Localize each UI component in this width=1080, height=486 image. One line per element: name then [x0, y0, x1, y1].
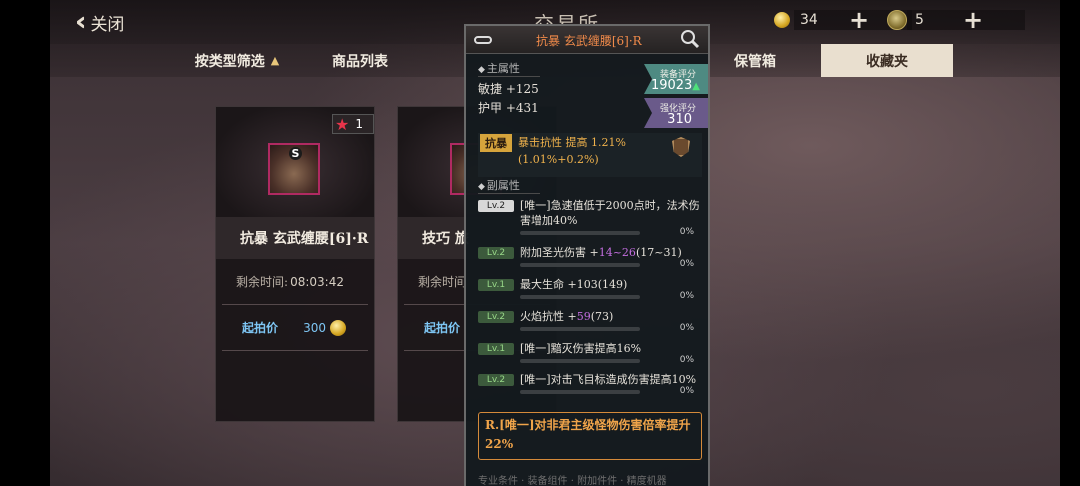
shield-icon[interactable] — [672, 137, 690, 157]
auction-card[interactable]: S ★ 1 抗暴 玄武缠腰[6]·R 剩余时间: 08:03:42 起拍价 30… — [215, 106, 375, 422]
sub-stat-pct: 0% — [679, 386, 694, 396]
sub-stat-text: [唯一]急速值低于2000点时，法术伤害增加40% — [520, 199, 700, 227]
double-chevron-left-icon: ‹‹ — [75, 7, 91, 37]
screen-edge-right — [1060, 0, 1080, 486]
tab-label: 保管箱 — [734, 53, 776, 70]
progress-bar — [520, 327, 640, 331]
sub-stat-text: 附加圣光伤害 +14~26(17~31) — [520, 246, 682, 259]
sub-stat-pct: 0% — [679, 259, 694, 269]
add-gold-button[interactable]: + — [849, 8, 869, 32]
arrow-up-icon: ▲ — [692, 81, 700, 92]
item-name: 抗暴 玄武缠腰[6]·R — [216, 217, 374, 259]
tooltip-title: 抗暴 玄武缠腰[6]·R — [536, 34, 642, 48]
progress-bar — [520, 295, 640, 299]
item-grade-icon: S — [289, 147, 302, 160]
level-badge: Lv.1 — [478, 279, 514, 291]
tab-item-list[interactable]: 商品列表 — [310, 44, 410, 77]
tab-storage[interactable]: 保管箱 — [712, 44, 798, 77]
tab-label: 收藏夹 — [866, 53, 908, 70]
sub-stat-pct: 0% — [679, 227, 694, 237]
item-tooltip: 抗暴 玄武缠腰[6]·R ◆ 主属性 敏捷 +125 护甲 +431 装备评分 1… — [464, 24, 710, 486]
bid-value: 300 — [303, 320, 326, 335]
bid-row: 起拍价 300 — [222, 305, 368, 351]
level-badge: Lv.2 — [478, 311, 514, 323]
special-attr: 抗暴 暴击抗性 提高 1.21%(1.01%+0.2%) — [478, 133, 702, 177]
tab-label: 按类型筛选 — [194, 53, 265, 70]
sub-stat-text: [唯一]黯灭伤害提高16% — [520, 342, 642, 355]
time-label: 剩余时间: — [236, 275, 289, 289]
gem-icon — [887, 10, 907, 30]
screen-edge-left — [0, 0, 50, 486]
bid-label: 起拍价 — [242, 321, 279, 335]
tab-filter-by-type[interactable]: 按类型筛选 ▲ — [182, 44, 292, 77]
enhance-score-value: 310 — [667, 112, 692, 127]
gem-value: 5 — [915, 12, 924, 28]
time-value: 08:03:42 — [290, 274, 344, 289]
tooltip-header: 抗暴 玄武缠腰[6]·R — [466, 26, 708, 54]
add-gem-button[interactable]: + — [963, 8, 983, 32]
progress-bar — [520, 231, 640, 235]
sub-stat-text: [唯一]对击飞目标造成伤害提高10% — [520, 373, 697, 386]
gem-currency: 5 — [887, 8, 1025, 32]
progress-bar — [520, 359, 640, 363]
sub-stat-pct: 0% — [679, 291, 694, 301]
main-attr-heading: ◆ 主属性 — [478, 62, 520, 75]
level-badge: Lv.2 — [478, 200, 514, 212]
tab-label: 商品列表 — [332, 53, 388, 70]
lock-icon — [474, 36, 492, 44]
favorite-count: 1 — [355, 117, 363, 131]
magnifier-icon[interactable] — [680, 29, 700, 49]
gold-coin-icon — [330, 319, 346, 336]
bid-label: 起拍价 — [424, 321, 461, 335]
tooltip-footer-text: 专业条件 · 装备组件 · 附加件件 · 精度机器 — [478, 476, 667, 486]
time-label: 剩余时间 — [418, 275, 467, 289]
triangle-up-icon: ▲ — [270, 54, 280, 67]
divider — [478, 76, 540, 77]
gold-value: 34 — [800, 12, 818, 28]
main-stat-armor: 护甲 +431 — [478, 101, 539, 115]
special-badge: 抗暴 — [480, 134, 512, 152]
set-effect: R.[唯一]对非君主级怪物伤害倍率提升22% — [478, 412, 702, 460]
star-icon: ★ — [335, 114, 350, 134]
tab-favorites[interactable]: 收藏夹 — [821, 44, 953, 77]
special-text: 暴击抗性 提高 1.21%(1.01%+0.2%) — [518, 136, 626, 166]
gold-currency: 34 — [774, 8, 912, 32]
level-badge: Lv.2 — [478, 374, 514, 386]
time-row: 剩余时间: 08:03:42 — [222, 259, 368, 305]
level-badge: Lv.2 — [478, 247, 514, 259]
progress-bar — [520, 390, 640, 394]
item-icon[interactable]: S — [268, 143, 320, 195]
favorite-badge[interactable]: ★ 1 — [332, 114, 374, 134]
progress-bar — [520, 263, 640, 267]
sub-stat-text: 最大生命 +103(149) — [520, 278, 628, 291]
gold-coin-icon — [774, 12, 790, 28]
level-badge: Lv.1 — [478, 343, 514, 355]
close-button[interactable]: ‹‹ 关闭 — [75, 6, 124, 38]
sub-stat-pct: 0% — [679, 355, 694, 365]
sub-stat-pct: 0% — [679, 323, 694, 333]
bid-value-group: 300 — [303, 319, 346, 336]
sub-stat-text: 火焰抗性 +59(73) — [520, 310, 614, 323]
divider — [478, 193, 540, 194]
close-label: 关闭 — [90, 14, 125, 35]
main-stat-agility: 敏捷 +125 — [478, 82, 539, 96]
sub-attr-heading: ◆ 副属性 — [478, 179, 520, 192]
equip-score-value: 19023▲ — [650, 78, 700, 93]
